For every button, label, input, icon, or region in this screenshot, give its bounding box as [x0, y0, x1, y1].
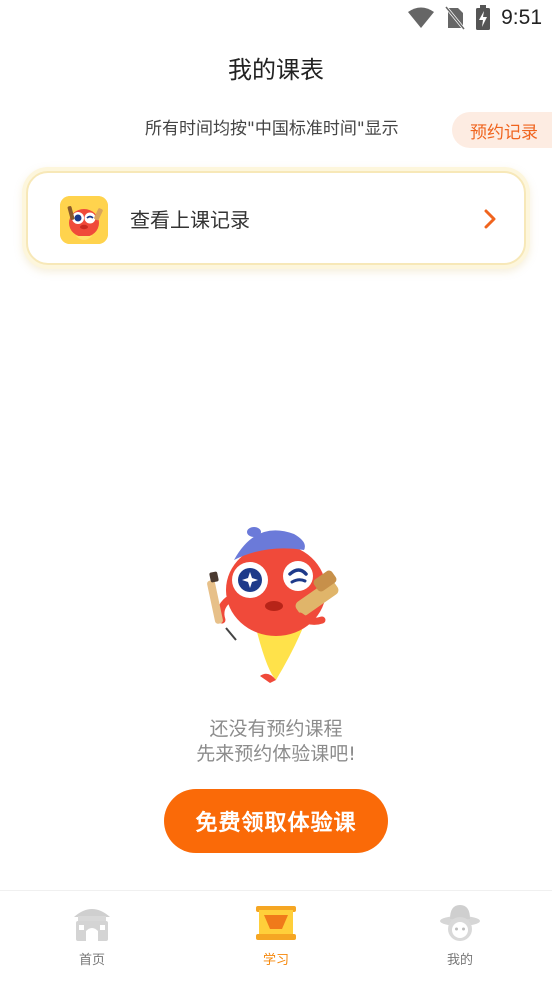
empty-state-line2: 先来预约体验课吧!: [196, 743, 356, 765]
class-record-card[interactable]: 查看上课记录: [22, 167, 530, 269]
bottom-nav: 首页 学习 我的: [0, 890, 552, 981]
home-icon: [74, 909, 110, 941]
nav-label-study: 学习: [262, 953, 289, 968]
wifi-icon: [408, 7, 435, 28]
profile-icon: [440, 905, 480, 941]
class-record-card-inner: 查看上课记录: [26, 171, 526, 265]
chevron-right-icon: [484, 209, 496, 229]
nav-item-profile[interactable]: 我的: [368, 891, 552, 981]
empty-state-line1: 还没有预约课程: [209, 718, 343, 740]
booking-record-button[interactable]: 预约记录: [452, 112, 552, 148]
no-sim-icon: [445, 6, 466, 30]
nav-label-profile: 我的: [446, 953, 473, 968]
battery-charging-icon: [476, 5, 491, 30]
study-scroll-icon: [256, 906, 296, 940]
free-trial-button-label: 免费领取体验课: [195, 811, 357, 836]
status-icons: 9:51: [407, 5, 542, 31]
free-trial-button[interactable]: 免费领取体验课: [164, 789, 388, 853]
nav-label-home: 首页: [78, 953, 105, 968]
booking-record-label: 预约记录: [470, 122, 538, 143]
status-bar: 9:51: [0, 0, 552, 36]
timezone-note: 所有时间均按"中国标准时间"显示: [145, 119, 399, 139]
mascot-illustration: [207, 527, 339, 683]
nav-item-study[interactable]: 学习: [184, 891, 368, 981]
mascot-app-icon: [60, 196, 108, 244]
page-title: 我的课表: [228, 56, 324, 84]
nav-item-home[interactable]: 首页: [0, 891, 184, 981]
screen: 9:51 我的课表 所有时间均按"中国标准时间"显示 预约记录 查看上课记录 还…: [0, 0, 552, 981]
class-record-label: 查看上课记录: [130, 208, 250, 232]
status-time: 9:51: [501, 6, 542, 29]
